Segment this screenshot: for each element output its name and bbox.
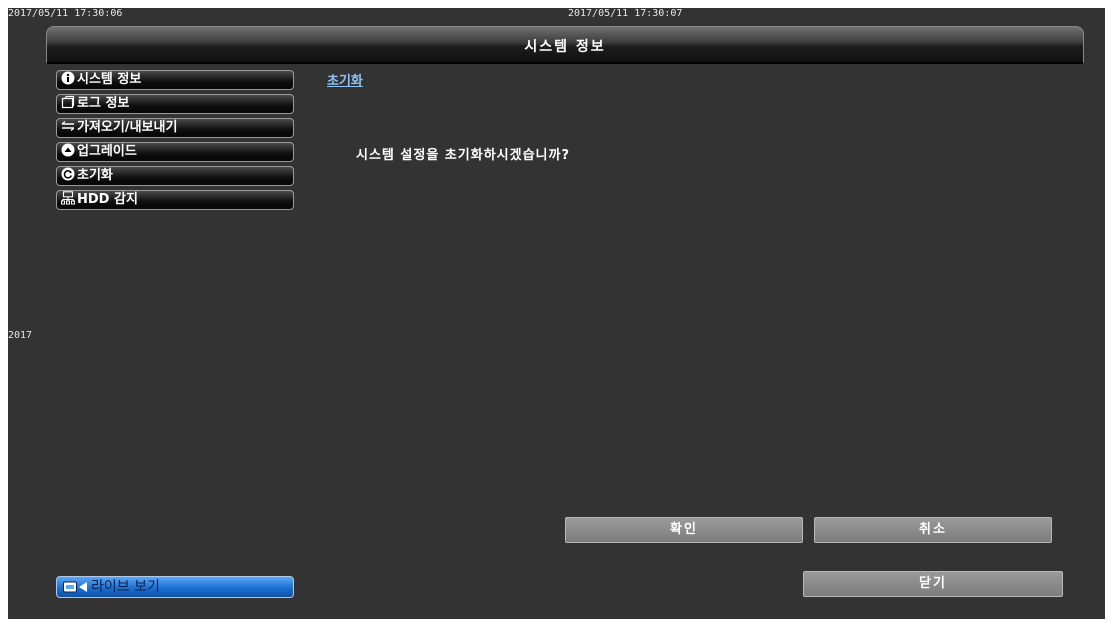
sidebar-item-system-info[interactable]: 시스템 정보 <box>56 70 294 90</box>
hdd-icon <box>61 191 75 205</box>
sidebar-item-import-export[interactable]: 가져오기/내보내기 <box>56 118 294 138</box>
window-titlebar: 시스템 정보 <box>46 26 1084 64</box>
sidebar-item-log-info[interactable]: 로그 정보 <box>56 94 294 114</box>
cancel-button[interactable]: 취소 <box>814 517 1052 543</box>
import-export-icon <box>61 119 75 133</box>
reset-confirm-message: 시스템 설정을 초기화하시겠습니까? <box>356 148 570 163</box>
settings-panel: 시스템 정보 로그 정보 가져오기/내보내기 업그레이드 초기화 HDD 감지 … <box>46 64 1084 619</box>
window-title: 시스템 정보 <box>524 39 606 55</box>
upgrade-icon <box>61 143 75 157</box>
sidebar-item-hdd-detect[interactable]: HDD 감지 <box>56 190 294 210</box>
sidebar-menu: 시스템 정보 로그 정보 가져오기/내보내기 업그레이드 초기화 HDD 감지 <box>56 70 294 214</box>
timestamp-left: 2017/05/11 17:30:06 <box>8 8 123 19</box>
live-view-icon <box>63 580 89 600</box>
section-title-reset: 초기화 <box>327 74 363 89</box>
log-icon <box>61 95 75 109</box>
sidebar-item-label: 시스템 정보 <box>77 72 142 87</box>
sidebar-item-label: 로그 정보 <box>77 96 130 111</box>
reset-icon <box>61 167 75 181</box>
sidebar-item-reset[interactable]: 초기화 <box>56 166 294 186</box>
live-view-label: 라이브 보기 <box>91 579 160 595</box>
dvr-screen: 2017/05/11 17:30:06 2017/05/11 17:30:07 … <box>8 8 1105 619</box>
confirm-button[interactable]: 확인 <box>565 517 803 543</box>
close-button[interactable]: 닫기 <box>803 571 1063 597</box>
sidebar-item-label: 가져오기/내보내기 <box>77 120 178 135</box>
timestamp-side: 2017 <box>8 330 33 341</box>
info-icon <box>61 71 75 85</box>
sidebar-item-label: 업그레이드 <box>77 144 137 159</box>
sidebar-item-upgrade[interactable]: 업그레이드 <box>56 142 294 162</box>
timestamp-center: 2017/05/11 17:30:07 <box>568 8 683 19</box>
live-view-button[interactable]: 라이브 보기 <box>56 576 294 598</box>
sidebar-item-label: HDD 감지 <box>77 192 138 207</box>
sidebar-item-label: 초기화 <box>77 168 113 183</box>
